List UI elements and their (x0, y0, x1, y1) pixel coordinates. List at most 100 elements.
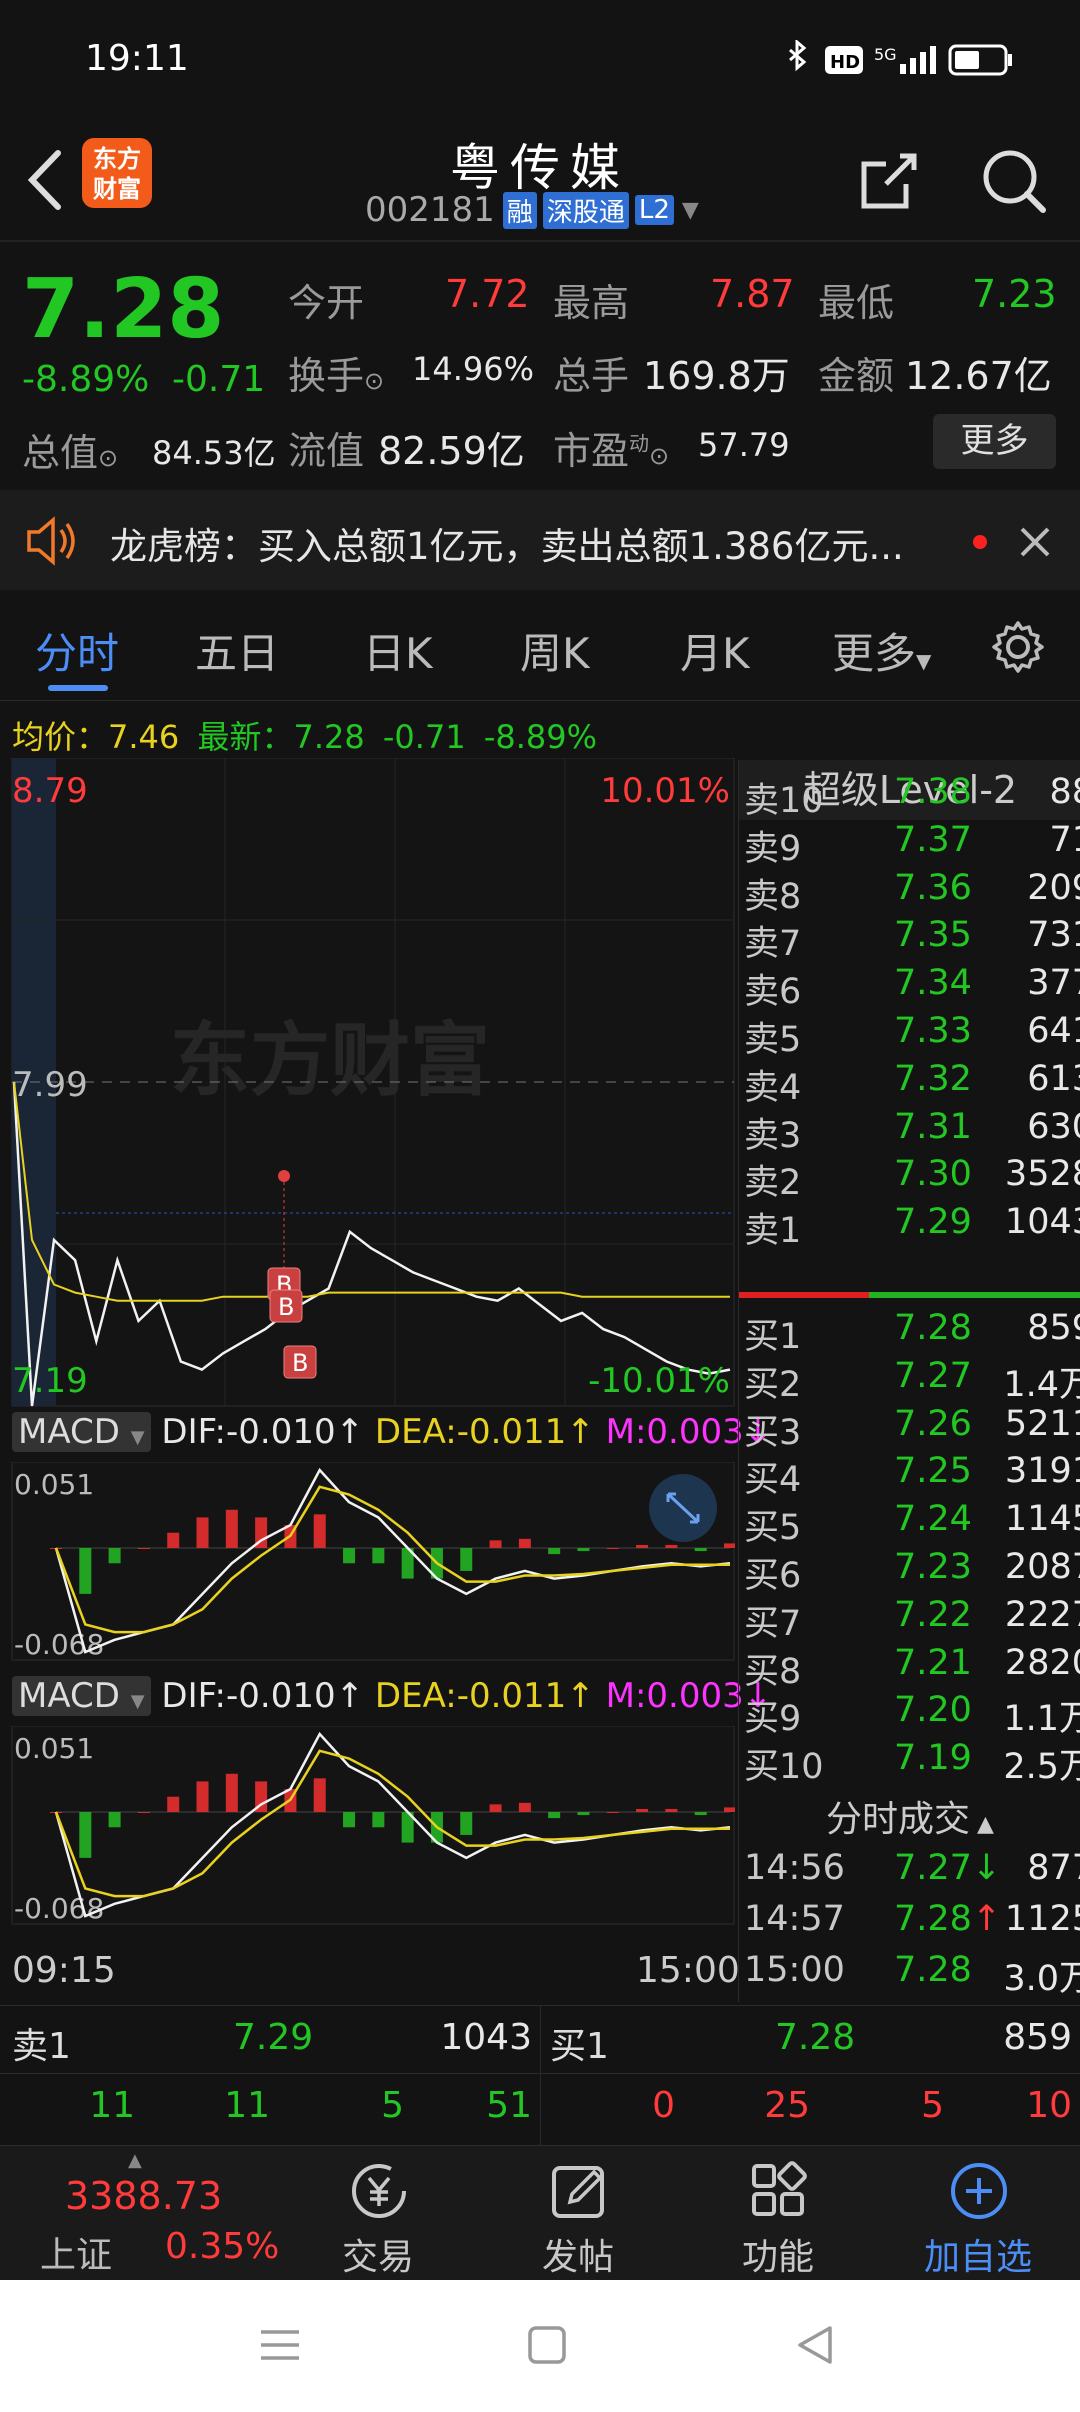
macd-bar (577, 1548, 590, 1552)
macd-bar (225, 1509, 238, 1548)
status-icons: HD 5G (789, 40, 1012, 76)
bid-level[interactable]: 买10 7.19 2.5万 (739, 1738, 1080, 1787)
ask-level[interactable]: 卖5 7.33 641 (739, 1011, 1080, 1060)
macd-bar (460, 1812, 473, 1835)
level-label: 卖3 (744, 1115, 802, 1156)
intraday-chart[interactable]: 东方财富 B B B 8.79 7.99 7.19 10.01% -10.01% (0, 758, 735, 1408)
level-price: 7.24 (894, 1499, 972, 1540)
order-book[interactable]: 超级Level-2 卖107.3888卖97.3771卖87.36209卖77.… (738, 760, 1080, 2002)
level-label: 卖6 (744, 972, 802, 1013)
tab-weekly-k[interactable]: 周K (520, 620, 590, 681)
tick-volume: 1125 (1004, 1899, 1080, 1939)
chevron-down-icon: ▼ (916, 649, 932, 673)
macd-chart[interactable]: 0.051 -0.068 (0, 1726, 735, 1926)
macd-bar (79, 1812, 92, 1858)
bluetooth-icon (789, 40, 807, 72)
menu-icon[interactable] (255, 2320, 305, 2370)
bid-level[interactable]: 买2 7.27 1.4万 (739, 1356, 1080, 1405)
level-volume: 3191 (1004, 1451, 1080, 1492)
nav-add-watchlist[interactable]: 加自选 (870, 2146, 1080, 2281)
news-text: 龙虎榜：买入总额1亿元，卖出总额1.386亿元... (110, 525, 904, 568)
macd-bar (724, 1807, 735, 1812)
tick-volume: 3.0万 (1003, 1959, 1080, 1999)
order-queue: 11 11 5 51 0 25 5 10 (89, 2085, 1072, 2126)
macd-bar (724, 1543, 735, 1548)
macd-chart[interactable]: 0.051 -0.068 (0, 1462, 735, 1662)
level-volume: 731 (1027, 915, 1080, 956)
close-icon[interactable] (1018, 525, 1052, 559)
bid-level[interactable]: 买1 7.28 859 (739, 1308, 1080, 1357)
macd-bar (108, 1812, 121, 1828)
ask-level[interactable]: 卖9 7.37 71 (739, 819, 1080, 869)
bid-level[interactable]: 买4 7.25 3191 (739, 1451, 1080, 1500)
buy-marker-label: B (292, 1349, 308, 1377)
tab-five-day[interactable]: 五日 (195, 620, 279, 681)
level-volume: 2227 (1004, 1594, 1080, 1635)
nav-trade[interactable]: 交易 (270, 2146, 486, 2281)
ticks-title[interactable]: 分时成交 ▲ (739, 1790, 1080, 1842)
level-price: 7.37 (894, 819, 972, 860)
chevron-up-icon: ▲ (970, 1812, 994, 1837)
indicator-selector[interactable]: MACD ▼ (12, 1412, 151, 1452)
ask-level[interactable]: 卖1 7.29 1043 (739, 1202, 1080, 1251)
macd-header-2: MACD ▼ DIF:-0.010↑ DEA:-0.011↑ M:0.003↓ (12, 1676, 772, 1726)
home-icon[interactable] (522, 2320, 572, 2370)
indicator-selector[interactable]: MACD ▼ (12, 1676, 151, 1716)
level-volume: 88 (1049, 772, 1080, 812)
index-value: 3388.73 (65, 2174, 223, 2218)
info-icon: ⊙ (364, 367, 385, 395)
ask-level[interactable]: 卖2 7.30 3528 (739, 1154, 1080, 1203)
macd-bar (313, 1514, 326, 1548)
bid-level[interactable]: 买8 7.21 2820 (739, 1643, 1080, 1692)
level-price: 7.20 (894, 1690, 972, 1731)
index-name: 上证 (40, 2235, 113, 2276)
chevron-down-icon[interactable]: ▼ (682, 198, 699, 223)
status-bar: 19:11 HD 5G (0, 0, 1080, 120)
macd-bar (343, 1548, 356, 1564)
bid-level[interactable]: 买6 7.23 2087 (739, 1547, 1080, 1596)
level-price: 7.34 (894, 963, 972, 1004)
more-button[interactable]: 更多 (933, 414, 1056, 469)
ask-level[interactable]: 卖4 7.32 613 (739, 1059, 1080, 1108)
nav-functions[interactable]: 功能 (670, 2146, 886, 2281)
chevron-down-icon: ▼ (130, 1427, 145, 1448)
ask-level[interactable]: 卖10 7.38 88 (739, 772, 1080, 821)
index-ticker[interactable]: 3388.73 上证 0.35% ▲ (0, 2146, 279, 2281)
gear-icon[interactable] (988, 617, 1048, 677)
back-nav-icon[interactable] (790, 2320, 840, 2370)
level-volume: 71 (1049, 819, 1080, 860)
ask-level[interactable]: 卖6 7.34 377 (739, 963, 1080, 1013)
amount-label: 金额 (818, 354, 895, 398)
bid-level[interactable]: 买3 7.26 5211 (739, 1404, 1080, 1453)
ask-level[interactable]: 卖3 7.31 630 (739, 1107, 1080, 1156)
unread-dot (973, 535, 987, 549)
tab-daily-k[interactable]: 日K (363, 620, 433, 681)
level-price: 7.35 (894, 915, 972, 956)
bid-level[interactable]: 买7 7.22 2227 (739, 1594, 1080, 1644)
bid-level[interactable]: 买5 7.24 1145 (739, 1499, 1080, 1548)
change-value: -0.71 (172, 359, 266, 400)
macd-bar (694, 1812, 707, 1816)
bid-level[interactable]: 买9 7.20 1.1万 (739, 1690, 1080, 1739)
tab-more[interactable]: 更多▼ (832, 620, 931, 681)
macd-bar (518, 1802, 531, 1812)
macd-bar (196, 1781, 209, 1812)
macd-bar (606, 1812, 619, 1813)
buy1-label: 买1 (550, 2026, 609, 2067)
ask-level[interactable]: 卖8 7.36 209 (739, 868, 1080, 917)
float-value: 82.59亿 (378, 429, 525, 473)
share-icon[interactable] (850, 142, 930, 222)
info-icon: ⊙ (98, 444, 119, 472)
search-icon[interactable] (975, 142, 1055, 222)
macd-bar (489, 1804, 502, 1812)
ask-level[interactable]: 卖7 7.35 731 (739, 915, 1080, 964)
macd-bar (79, 1548, 92, 1594)
tab-monthly-k[interactable]: 月K (680, 620, 750, 681)
tab-intraday[interactable]: 分时 (35, 620, 119, 681)
macd-bar (489, 1540, 502, 1548)
macd-bar (196, 1517, 209, 1548)
tab-indicator (48, 685, 108, 691)
news-banner[interactable]: 龙虎榜：买入总额1亿元，卖出总额1.386亿元... (0, 490, 1080, 590)
macd-bar (343, 1812, 356, 1828)
nav-post[interactable]: 发帖 (470, 2146, 686, 2281)
